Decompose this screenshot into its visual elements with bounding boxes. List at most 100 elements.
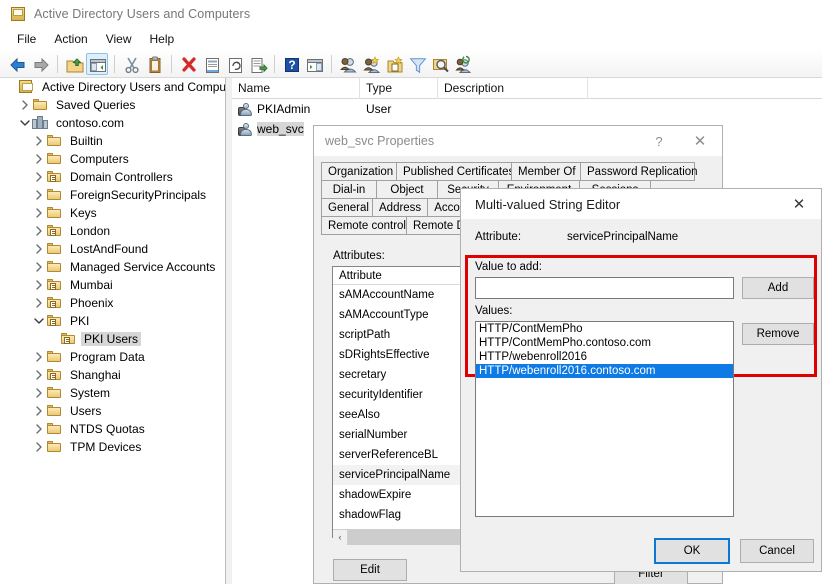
tree-item-keys[interactable]: Keys	[0, 204, 225, 222]
tree-item-computers[interactable]: Computers	[0, 150, 225, 168]
new-group-icon[interactable]	[360, 53, 382, 75]
find-icon[interactable]	[429, 53, 451, 75]
chevron-right-icon[interactable]	[32, 205, 46, 221]
tree-item-lostandfound[interactable]: LostAndFound	[0, 240, 225, 258]
attribute-row[interactable]: shadowExpire	[333, 485, 471, 505]
filter-icon[interactable]	[406, 53, 428, 75]
attribute-horizontal-scrollbar[interactable]: ‹	[333, 529, 471, 545]
attribute-row[interactable]: sAMAccountName	[333, 285, 471, 305]
chevron-right-icon[interactable]	[32, 385, 46, 401]
menu-item-view[interactable]: View	[97, 30, 141, 48]
tab-published-certificates[interactable]: Published Certificates	[396, 162, 514, 181]
chevron-right-icon[interactable]	[32, 223, 46, 239]
chevron-right-icon[interactable]	[32, 169, 46, 185]
cancel-button[interactable]: Cancel	[740, 539, 814, 563]
attribute-row[interactable]: secretary	[333, 365, 471, 385]
tree-item-pki[interactable]: PKI	[0, 312, 225, 330]
menu-item-action[interactable]: Action	[45, 30, 96, 48]
tab-dial-in[interactable]: Dial-in	[321, 180, 377, 199]
tree-item-users[interactable]: Users	[0, 402, 225, 420]
value-list-item[interactable]: HTTP/ContMemPho.contoso.com	[476, 336, 733, 350]
refresh-icon[interactable]	[223, 53, 245, 75]
tree-item-pki-users[interactable]: PKI Users	[0, 330, 225, 348]
close-icon[interactable]: ✕	[777, 190, 821, 219]
saved-query-icon[interactable]	[452, 53, 474, 75]
attribute-row[interactable]: seeAlso	[333, 405, 471, 425]
value-list-item[interactable]: HTTP/ContMemPho	[476, 322, 733, 336]
tree-item-phoenix[interactable]: Phoenix	[0, 294, 225, 312]
chevron-right-icon[interactable]	[32, 421, 46, 437]
menu-item-help[interactable]: Help	[141, 30, 184, 48]
properties-icon[interactable]	[200, 53, 222, 75]
chevron-right-icon[interactable]	[18, 97, 32, 113]
tree-item-builtin[interactable]: Builtin	[0, 132, 225, 150]
attribute-row[interactable]: servicePrincipalName	[333, 465, 471, 485]
chevron-down-icon[interactable]	[32, 313, 46, 329]
show-hide-console-tree-icon[interactable]	[86, 52, 108, 75]
new-organizational-unit-icon[interactable]	[383, 53, 405, 75]
chevron-down-icon[interactable]	[18, 115, 32, 131]
chevron-right-icon[interactable]	[32, 439, 46, 455]
value-to-add-input[interactable]	[475, 277, 734, 299]
tab-organization[interactable]: Organization	[321, 162, 397, 181]
tree-item-active-directory-users-and-computers[interactable]: Active Directory Users and Computers	[0, 78, 225, 96]
attribute-row[interactable]: serverReferenceBL	[333, 445, 471, 465]
export-list-icon[interactable]	[246, 53, 268, 75]
tab-general[interactable]: General	[321, 198, 373, 217]
attribute-row[interactable]: sAMAccountType	[333, 305, 471, 325]
chevron-right-icon[interactable]	[32, 241, 46, 257]
scroll-left-icon[interactable]: ‹	[333, 529, 348, 545]
remove-button[interactable]: Remove	[742, 323, 814, 345]
chevron-right-icon[interactable]	[32, 295, 46, 311]
tree-item-mumbai[interactable]: Mumbai	[0, 276, 225, 294]
copy-icon[interactable]	[143, 53, 165, 75]
attribute-row[interactable]: scriptPath	[333, 325, 471, 345]
back-icon[interactable]	[6, 53, 28, 75]
scrollbar-thumb[interactable]	[348, 529, 471, 545]
chevron-right-icon[interactable]	[32, 349, 46, 365]
menu-item-file[interactable]: File	[8, 30, 45, 48]
chevron-right-icon[interactable]	[32, 259, 46, 275]
delete-icon[interactable]	[177, 53, 199, 75]
tree-item-system[interactable]: System	[0, 384, 225, 402]
up-one-level-icon[interactable]	[63, 53, 85, 75]
tab-remote-control[interactable]: Remote control	[321, 216, 407, 235]
attribute-row[interactable]: shadowFlag	[333, 505, 471, 525]
forward-icon[interactable]	[29, 53, 51, 75]
chevron-right-icon[interactable]	[32, 367, 46, 383]
tree-item-foreignsecurityprincipals[interactable]: ForeignSecurityPrincipals	[0, 186, 225, 204]
tree-item-program-data[interactable]: Program Data	[0, 348, 225, 366]
value-list-item[interactable]: HTTP/webenroll2016.contoso.com	[476, 364, 733, 378]
chevron-right-icon[interactable]	[32, 133, 46, 149]
tree-item-managed-service-accounts[interactable]: Managed Service Accounts	[0, 258, 225, 276]
tree-item-shanghai[interactable]: Shanghai	[0, 366, 225, 384]
tree-item-saved-queries[interactable]: Saved Queries	[0, 96, 225, 114]
tree-item-domain-controllers[interactable]: Domain Controllers	[0, 168, 225, 186]
tab-member-of[interactable]: Member Of	[511, 162, 581, 181]
cut-icon[interactable]	[120, 53, 142, 75]
chevron-right-icon[interactable]	[32, 277, 46, 293]
new-user-icon[interactable]	[337, 53, 359, 75]
chevron-right-icon[interactable]	[32, 403, 46, 419]
tree-item-london[interactable]: London	[0, 222, 225, 240]
column-header-type[interactable]: Type	[360, 78, 438, 99]
column-header-description[interactable]: Description	[438, 78, 588, 99]
tree-item-tpm-devices[interactable]: TPM Devices	[0, 438, 225, 456]
close-icon[interactable]: ✕	[678, 127, 722, 155]
edit-button[interactable]: Edit	[333, 559, 407, 581]
tab-password-replication[interactable]: Password Replication	[580, 162, 698, 181]
attribute-row[interactable]: serialNumber	[333, 425, 471, 445]
tree-item-contoso-com[interactable]: contoso.com	[0, 114, 225, 132]
ok-button[interactable]: OK	[654, 538, 730, 564]
add-button[interactable]: Add	[742, 277, 814, 299]
table-row[interactable]: PKIAdmin User	[232, 99, 822, 119]
attribute-row[interactable]: sDRightsEffective	[333, 345, 471, 365]
chevron-right-icon[interactable]	[32, 151, 46, 167]
attribute-editor-list[interactable]: Attribute sAMAccountName sAMAccountType sc…	[332, 266, 472, 538]
value-list-item[interactable]: HTTP/webenroll2016	[476, 350, 733, 364]
tab-object[interactable]: Object	[376, 180, 438, 199]
column-header-name[interactable]: Name	[232, 78, 360, 99]
tree-item-ntds-quotas[interactable]: NTDS Quotas	[0, 420, 225, 438]
show-action-pane-icon[interactable]	[303, 53, 325, 75]
help-question-icon[interactable]: ?	[640, 127, 678, 155]
